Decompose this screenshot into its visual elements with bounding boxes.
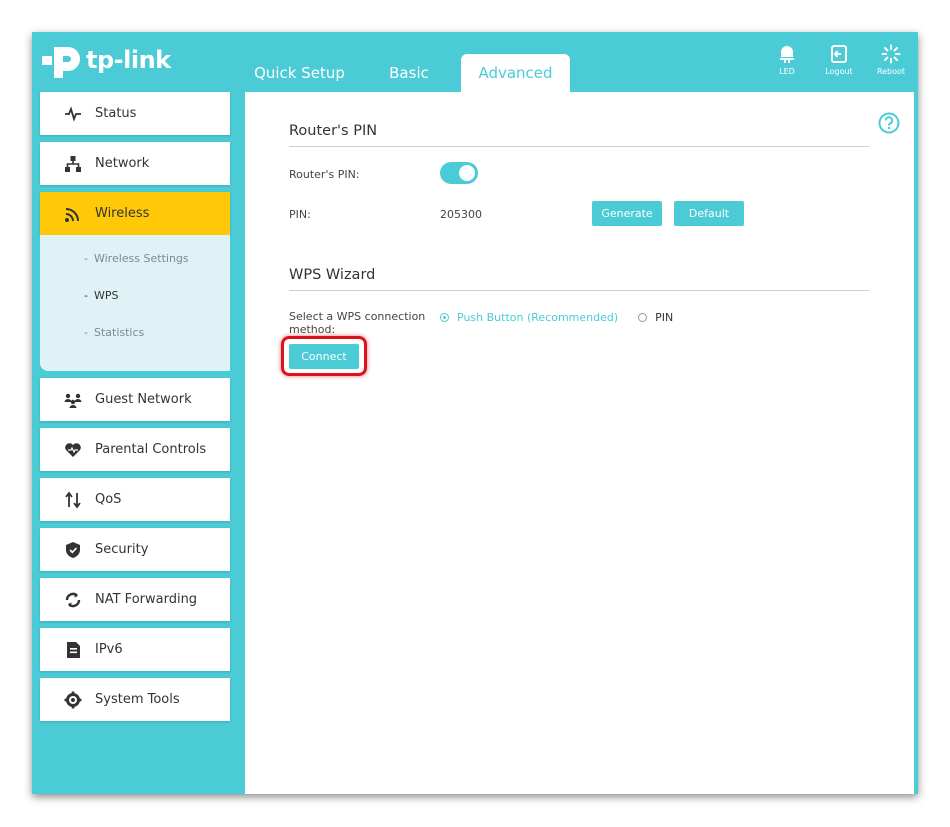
router-pin-toggle[interactable] (440, 162, 478, 184)
sidebar-item-label: System Tools (95, 692, 180, 707)
section-divider (289, 146, 869, 147)
sidebar-item-parental-controls[interactable]: Parental Controls (40, 428, 230, 471)
wireless-submenu: - Wireless Settings - WPS - Statistics (40, 235, 230, 371)
radio-pin[interactable] (638, 313, 648, 322)
sidebar-item-wireless[interactable]: Wireless (40, 192, 230, 235)
tp-link-logo-mark-icon (40, 39, 82, 81)
sidebar: Status Network Wireless - Wireless Settin… (40, 92, 230, 728)
reboot-button-label: Reboot (876, 67, 906, 76)
connect-button[interactable]: Connect (289, 344, 359, 369)
radio-push-button-label[interactable]: Push Button (Recommended) (457, 311, 618, 324)
sidebar-item-label: Status (95, 106, 137, 121)
sidebar-item-nat-forwarding[interactable]: NAT Forwarding (40, 578, 230, 621)
nat-icon (63, 590, 83, 610)
submenu-item-wps[interactable]: - WPS (40, 286, 230, 323)
wireless-icon (63, 204, 83, 224)
submenu-item-label: Wireless Settings (93, 252, 189, 265)
header-actions: LED Logout Reboot (770, 44, 908, 76)
led-button[interactable]: LED (770, 44, 804, 76)
sidebar-item-system-tools[interactable]: System Tools (40, 678, 230, 721)
submenu-item-label: Statistics (93, 326, 145, 339)
wps-method-label: Select a WPS connection method: (289, 310, 426, 336)
submenu-item-label: WPS (93, 289, 119, 302)
heart-icon (63, 440, 83, 460)
wps-method-radio-group: Push Button (Recommended) PIN (440, 311, 693, 324)
reboot-button[interactable]: Reboot (874, 44, 908, 76)
logout-button-label: Logout (825, 67, 853, 76)
content-panel: Router's PIN Router's PIN: PIN: 205300 G… (245, 92, 914, 794)
tab-basic[interactable]: Basic (357, 54, 461, 92)
sidebar-item-guest-network[interactable]: Guest Network (40, 378, 230, 421)
sidebar-item-status[interactable]: Status (40, 92, 230, 135)
pin-label: PIN: (289, 208, 311, 221)
sidebar-item-label: IPv6 (95, 642, 123, 657)
sidebar-item-label: Security (95, 542, 149, 557)
sidebar-item-label: Network (95, 156, 150, 171)
sidebar-item-qos[interactable]: QoS (40, 478, 230, 521)
submenu-item-wireless-settings[interactable]: - Wireless Settings (40, 249, 230, 286)
router-pin-toggle-label: Router's PIN: (289, 168, 360, 181)
sidebar-item-label: QoS (95, 492, 122, 507)
sidebar-item-label: NAT Forwarding (95, 592, 198, 607)
gear-icon (63, 690, 83, 710)
router-pin-title: Router's PIN (289, 123, 378, 139)
pulse-icon (63, 104, 83, 124)
wps-wizard-title: WPS Wizard (289, 267, 376, 283)
sidebar-item-security[interactable]: Security (40, 528, 230, 571)
help-icon[interactable] (878, 112, 900, 134)
connect-highlight-box: Connect (281, 336, 367, 376)
logout-button[interactable]: Logout (822, 44, 856, 76)
sidebar-item-label: Parental Controls (95, 442, 207, 457)
led-button-label: LED (779, 67, 795, 76)
tab-quick-setup[interactable]: Quick Setup (242, 54, 357, 92)
section-divider (289, 290, 869, 291)
logout-icon (831, 45, 847, 63)
shield-icon (63, 540, 83, 560)
sidebar-item-label: Guest Network (95, 392, 192, 407)
main-tabs: Quick Setup Basic Advanced (242, 54, 570, 92)
submenu-item-statistics[interactable]: - Statistics (40, 323, 230, 360)
sidebar-item-label: Wireless (95, 206, 150, 221)
sidebar-item-network[interactable]: Network (40, 142, 230, 185)
sidebar-item-ipv6[interactable]: IPv6 (40, 628, 230, 671)
generate-button[interactable]: Generate (592, 201, 662, 226)
pin-value: 205300 (440, 208, 482, 221)
ipv6-icon (63, 640, 83, 660)
tp-link-logo: tp-link (40, 38, 171, 82)
radio-push-button[interactable] (440, 313, 449, 322)
reboot-icon (881, 44, 901, 64)
radio-pin-label[interactable]: PIN (655, 311, 673, 324)
guest-network-icon (63, 390, 83, 410)
tab-advanced[interactable]: Advanced (461, 54, 570, 92)
default-button[interactable]: Default (674, 201, 744, 226)
logo-text: tp-link (86, 46, 171, 74)
updown-arrows-icon (63, 490, 83, 510)
toggle-knob (459, 165, 475, 181)
led-bulb-icon (780, 46, 794, 63)
network-icon (63, 154, 83, 174)
router-admin-window: tp-link Quick Setup Basic Advanced LED L… (32, 32, 918, 794)
